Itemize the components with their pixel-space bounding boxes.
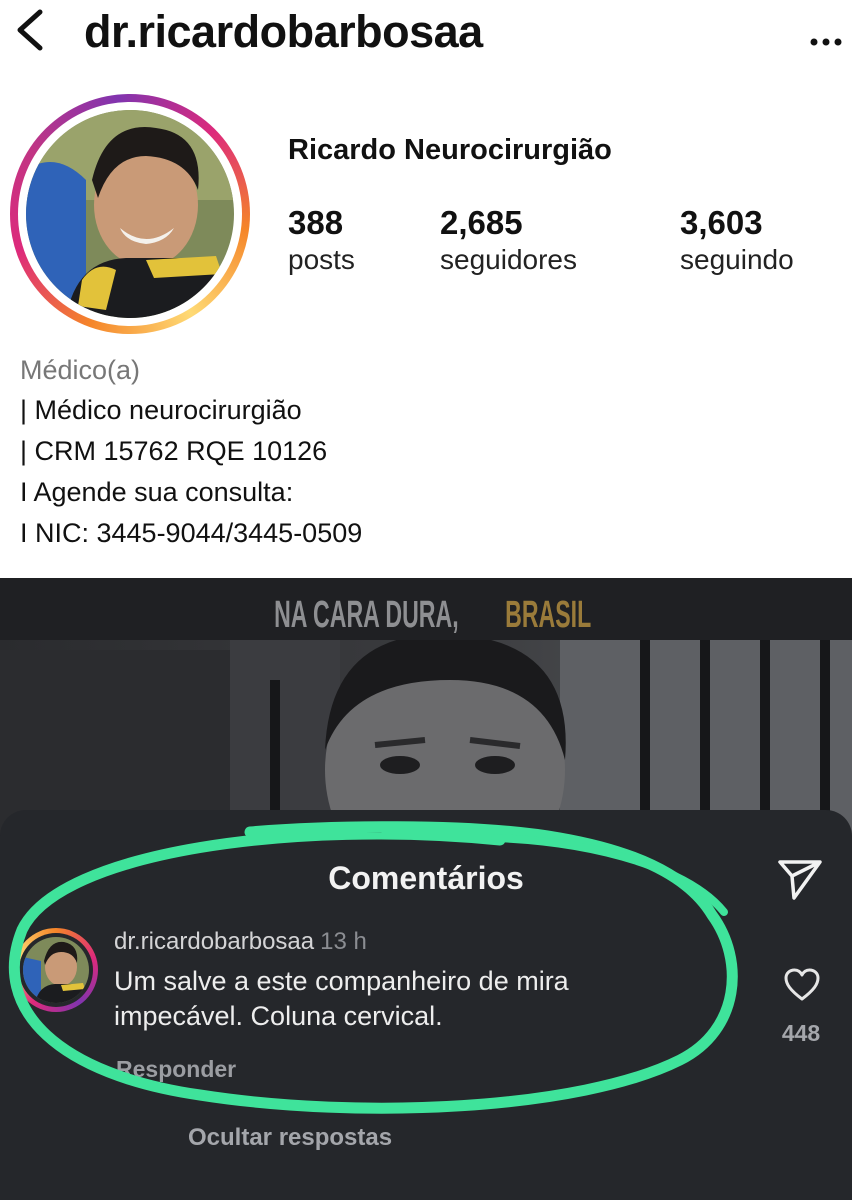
profile-avatar[interactable]	[10, 94, 250, 334]
profile-top-bar: dr.ricardobarbosaa	[0, 0, 852, 70]
bio-line: I NIC: 3445-9044/3445-0509	[20, 518, 363, 548]
profile-username: dr.ricardobarbosaa	[84, 6, 483, 57]
hide-replies-button[interactable]: Ocultar respostas	[188, 1124, 392, 1152]
sheet-drag-handle[interactable]	[393, 824, 467, 830]
video-title-banner: NA CARA DURA, BRASIL	[0, 578, 852, 640]
comment-username[interactable]: dr.ricardobarbosaa	[114, 928, 314, 955]
comment-text: Um salve a este companheiro de mira impe…	[114, 964, 569, 1034]
posts-label: posts	[288, 244, 355, 275]
profile-bio: Médico(a) | Médico neurocirurgião | CRM …	[20, 350, 362, 554]
comments-sheet: Comentários dr.ricardobarbosaa 13 h Um s…	[0, 810, 852, 1200]
posts-stat[interactable]: 388 posts	[288, 204, 355, 278]
followers-count: 2,685	[440, 204, 523, 241]
following-stat[interactable]: 3,603 seguindo	[680, 204, 794, 278]
posts-count: 388	[288, 204, 344, 241]
ellipsis-icon[interactable]	[806, 12, 846, 52]
video-title-part1: NA CARA DURA,	[274, 594, 459, 636]
comment-text-line: Um salve a este companheiro de mira	[114, 966, 569, 996]
comment-text-line: impecável. Coluna cervical.	[114, 1001, 443, 1031]
following-label: seguindo	[680, 244, 794, 275]
following-count: 3,603	[680, 204, 763, 241]
followers-stat[interactable]: 2,685 seguidores	[440, 204, 577, 278]
heart-outline-icon[interactable]	[784, 968, 820, 1002]
avatar-photo	[26, 110, 234, 318]
comment-avatar[interactable]	[14, 928, 98, 1012]
comment-avatar-photo	[23, 937, 89, 1003]
like-count: 448	[781, 1020, 821, 1046]
bio-line: I Agende sua consulta:	[20, 477, 294, 507]
comment-author[interactable]: dr.ricardobarbosaa 13 h	[114, 928, 367, 956]
bio-category: Médico(a)	[20, 355, 141, 385]
bio-line: | CRM 15762 RQE 10126	[20, 436, 328, 466]
video-title-part2: BRASIL	[505, 594, 592, 636]
reply-button[interactable]: Responder	[116, 1056, 236, 1083]
followers-label: seguidores	[440, 244, 577, 275]
comments-title: Comentários	[328, 860, 524, 896]
bio-line: | Médico neurocirurgião	[20, 395, 302, 425]
comment-timestamp: 13 h	[320, 928, 367, 955]
chevron-left-icon[interactable]	[10, 8, 50, 52]
profile-display-name: Ricardo Neurocirurgião	[288, 134, 612, 166]
video-post[interactable]: NA CARA DURA, BRASIL Comentários dr.rica…	[0, 578, 852, 1200]
send-icon[interactable]	[776, 856, 824, 902]
